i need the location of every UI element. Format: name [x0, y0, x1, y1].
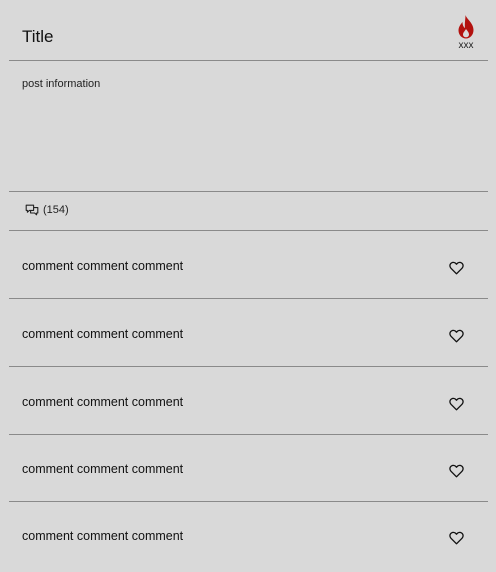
like-button[interactable] — [449, 531, 465, 547]
comment-text: comment comment comment — [22, 259, 184, 273]
like-button[interactable] — [449, 329, 465, 345]
comment-text: comment comment comment — [22, 529, 184, 543]
heart-icon — [449, 329, 464, 343]
comment-row: comment comment comment — [9, 501, 488, 572]
post-body: post information — [9, 61, 488, 192]
comment-row: comment comment comment — [9, 367, 488, 435]
post-title: Title — [22, 27, 54, 46]
comment-summary-bar: (154) — [9, 192, 488, 231]
like-button[interactable] — [449, 464, 465, 480]
heart-icon — [449, 397, 464, 411]
comment-text: comment comment comment — [22, 462, 184, 476]
heart-icon — [449, 531, 464, 545]
comment-row: comment comment comment — [9, 299, 488, 367]
heart-icon — [449, 464, 464, 478]
comment-count: (154) — [43, 204, 69, 216]
like-button[interactable] — [449, 397, 465, 413]
flame-icon — [458, 15, 474, 39]
comment-text: comment comment comment — [22, 395, 184, 409]
hot-label: xxx — [458, 40, 474, 51]
comment-text: comment comment comment — [22, 327, 184, 341]
comment-row: comment comment comment — [9, 231, 488, 299]
chat-bubbles-icon — [25, 204, 39, 215]
comments-toggle[interactable]: (154) — [25, 202, 69, 218]
post-information: post information — [22, 78, 101, 90]
comment-row: comment comment comment — [9, 434, 488, 502]
post-header: Title xxx — [9, 0, 488, 61]
like-button[interactable] — [449, 261, 465, 277]
hot-badge[interactable]: xxx — [449, 12, 483, 52]
heart-icon — [449, 261, 464, 275]
